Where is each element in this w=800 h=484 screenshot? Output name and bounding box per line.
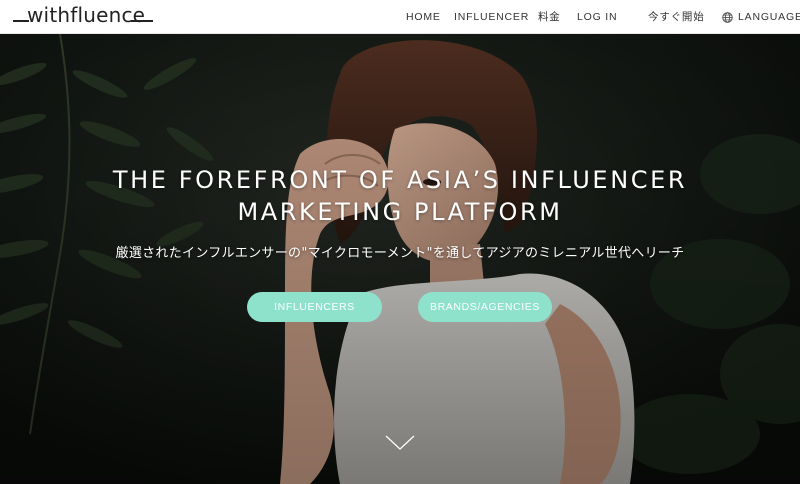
main-nav: HOME INFLUENCER 料金 LOG IN 今すぐ開始 LANGUAGE [0,0,800,33]
nav-start-now-link[interactable]: 今すぐ開始 [648,10,705,24]
nav-pricing-link[interactable]: 料金 [538,10,561,24]
hero-headline-line1: THE FOREFRONT OF ASIA’S INFLUENCER [112,166,688,194]
hero-headline-line2: MARKETING PLATFORM [237,198,563,226]
language-label: LANGUAGE [738,11,800,23]
hero-headline: THE FOREFRONT OF ASIA’S INFLUENCER MARKE… [0,164,800,228]
landing-page: withfluence HOME INFLUENCER 料金 LOG IN 今す… [0,0,800,484]
top-navbar: withfluence HOME INFLUENCER 料金 LOG IN 今す… [0,0,800,34]
chevron-down-icon[interactable] [385,435,415,451]
nav-home-link[interactable]: HOME [406,10,441,24]
brands-agencies-button[interactable]: BRANDS/AGENCIES [418,292,552,322]
hero-subheadline: 厳選されたインフルエンサーの"マイクロモーメント"を通してアジアのミレニアル世代… [115,246,685,261]
globe-icon [722,11,733,23]
nav-influencer-link[interactable]: INFLUENCER [454,10,529,24]
nav-login-link[interactable]: LOG IN [577,10,617,24]
hero-section: THE FOREFRONT OF ASIA’S INFLUENCER MARKE… [0,34,800,484]
influencers-button[interactable]: INFLUENCERS [247,292,382,322]
language-selector[interactable]: LANGUAGE [722,10,800,24]
